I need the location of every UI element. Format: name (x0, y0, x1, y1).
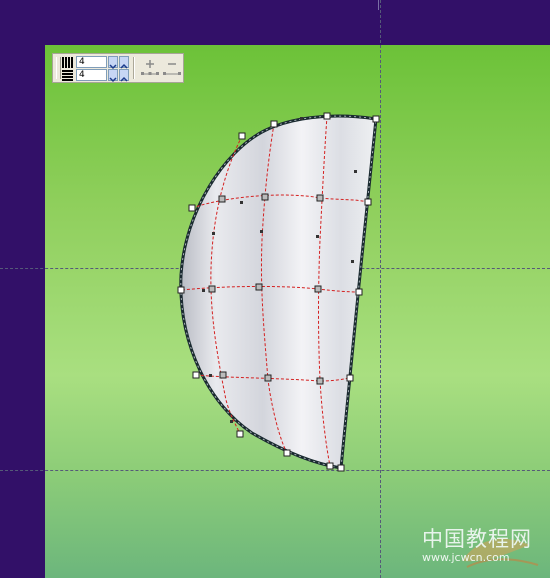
mesh-node (355, 288, 363, 296)
rows-dropdown-button[interactable] (108, 69, 118, 83)
toolbar-separator (133, 57, 135, 79)
rows-icon (62, 70, 73, 81)
mesh-node (188, 204, 196, 212)
mesh-node (323, 112, 331, 120)
control-handle (209, 374, 212, 377)
mesh-node (219, 371, 227, 379)
mesh-node (314, 285, 322, 293)
mesh-node (177, 286, 185, 294)
control-handle (240, 201, 243, 204)
mesh-node (264, 374, 272, 382)
mesh-node (364, 198, 372, 206)
mesh-node (255, 283, 263, 291)
mesh-node (238, 132, 246, 140)
delete-node-button[interactable] (163, 57, 181, 79)
watermark-title: 中国教程网 (422, 527, 532, 551)
control-handle (354, 170, 357, 173)
mesh-node (261, 193, 269, 201)
control-handle (212, 232, 215, 235)
columns-dropdown-button[interactable] (108, 56, 118, 70)
delete-node-icon (163, 63, 181, 75)
columns-input[interactable]: 4 (76, 56, 107, 68)
mesh-node (316, 377, 324, 385)
mesh-node (316, 194, 324, 202)
add-node-button[interactable] (141, 57, 159, 79)
watermark-url: www.jcwcn.com (422, 551, 510, 564)
chevron-down-icon (109, 77, 117, 83)
control-handle (300, 117, 303, 120)
columns-icon (62, 57, 73, 68)
mesh-node (208, 285, 216, 293)
mesh-node (372, 115, 380, 123)
mesh-node (270, 120, 278, 128)
mesh-node (192, 371, 200, 379)
mesh-node (337, 464, 345, 472)
control-handle (202, 289, 205, 292)
mesh-node (346, 374, 354, 382)
columns-spin-button[interactable] (119, 56, 129, 69)
control-handle (351, 260, 354, 263)
control-handle (316, 235, 319, 238)
add-node-icon (141, 60, 159, 75)
mesh-fill-property-bar: 4 4 (52, 53, 184, 83)
mesh-node (283, 449, 291, 457)
rows-spin-button[interactable] (119, 69, 129, 82)
rows-input[interactable]: 4 (76, 69, 107, 81)
mesh-node (326, 462, 334, 470)
mesh-fill-shape[interactable] (0, 0, 550, 578)
mesh-node (218, 195, 226, 203)
site-watermark: 中国教程网 www.jcwcn.com (422, 523, 546, 573)
mesh-node (236, 430, 244, 438)
control-handle (260, 230, 263, 233)
chevron-up-icon (120, 76, 128, 82)
control-handle (230, 420, 233, 423)
